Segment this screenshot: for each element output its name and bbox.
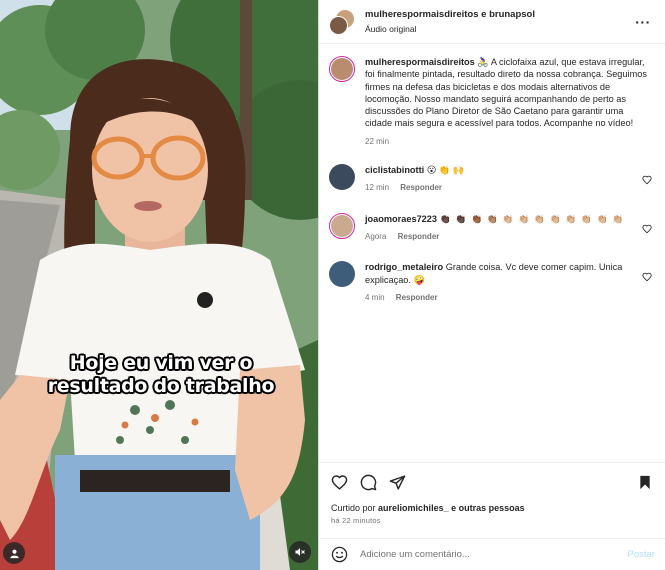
post-caption: mulherespormaisdireitos 🚴‍♀️ A ciclofaix… [329, 56, 653, 148]
post-authors[interactable]: mulherespormaisdireitos e brunapsol [365, 8, 633, 22]
avatar[interactable] [329, 261, 355, 288]
smiley-icon [331, 546, 348, 563]
mute-button[interactable] [289, 541, 311, 563]
comment-time: Agora [365, 231, 387, 241]
comment-item: joaomoraes7223 👏🏿 👏🏿 👏🏾 👏🏽 👏🏼 👏🏼 👏🏼 👏🏼 👏… [329, 212, 653, 244]
comment-button[interactable] [360, 474, 377, 491]
user-icon [9, 549, 19, 558]
avatar[interactable] [329, 164, 355, 191]
video-caption-line-2: resultado do trabalho [47, 375, 275, 397]
comments-list[interactable]: mulherespormaisdireitos 🚴‍♀️ A ciclofaix… [319, 45, 665, 462]
author-avatars[interactable] [329, 8, 355, 35]
post-dialog: Hoje eu vim ver o resultado do trabalho [0, 0, 665, 570]
caption-text: 🚴‍♀️ A ciclofaixa azul, que estava irreg… [365, 57, 647, 129]
emoji-button[interactable] [331, 546, 348, 563]
post-actions: Curtido por aurelіomichiles_ e outras pe… [319, 462, 665, 525]
reply-button[interactable]: Responder [398, 232, 440, 241]
header-text: mulherespormaisdireitos e brunapsol Áudi… [365, 8, 633, 36]
comment-time: 12 min [365, 183, 390, 193]
comment-username[interactable]: ciclistabinotti [365, 165, 424, 175]
bookmark-icon [640, 475, 650, 489]
comment-username[interactable]: rodrigo_metaleiro [365, 262, 443, 272]
heart-icon[interactable] [641, 175, 653, 185]
avatar[interactable] [329, 212, 355, 239]
comment-bubble-icon [360, 474, 377, 490]
post-header: mulherespormaisdireitos e brunapsol Áudi… [319, 0, 665, 44]
liked-by-suffix[interactable]: e outras pessoas [451, 503, 525, 513]
video-frame [0, 0, 318, 570]
liked-by-user[interactable]: aurelіomichiles_ [378, 503, 449, 513]
comment-item: rodrigo_metaleiro Grande coisa. Vc deve … [329, 261, 653, 304]
comment-item: ciclistabinotti 😮 👏 🙌 12 min Responder [329, 164, 653, 195]
speaker-muted-icon [295, 548, 305, 556]
comment-text: 😮 👏 🙌 [426, 165, 465, 176]
liked-by-prefix: Curtido por [331, 503, 376, 513]
tagged-users-button[interactable] [3, 542, 25, 564]
heart-icon[interactable] [641, 272, 653, 282]
video-caption-line-1: Hoje eu vim ver o [69, 352, 253, 374]
comment-time: 4 min [365, 292, 385, 302]
heart-icon [331, 474, 348, 490]
like-button[interactable] [331, 474, 348, 491]
comment-input[interactable] [360, 549, 628, 560]
caption-username[interactable]: mulherespormaisdireitos [365, 57, 475, 67]
comment-username[interactable]: joaomoraes7223 [365, 214, 437, 224]
video-caption-overlay: Hoje eu vim ver o resultado do trabalho [36, 352, 286, 398]
heart-icon[interactable] [641, 224, 653, 234]
reply-button[interactable]: Responder [400, 183, 442, 192]
share-button[interactable] [389, 474, 406, 491]
send-icon [389, 474, 406, 490]
post-comment-button[interactable]: Postar [628, 549, 655, 560]
post-time: há 22 minutos [331, 516, 381, 525]
video-player[interactable]: Hoje eu vim ver o resultado do trabalho [0, 0, 318, 570]
reply-button[interactable]: Responder [396, 293, 438, 302]
post-details-panel: mulherespormaisdireitos e brunapsol Áudi… [318, 0, 665, 570]
audio-link[interactable]: Áudio original [365, 22, 633, 36]
liked-by: Curtido por aurelіomichiles_ e outras pe… [331, 503, 653, 513]
avatar[interactable] [329, 56, 355, 82]
save-button[interactable] [637, 474, 653, 491]
more-horizontal-icon[interactable]: ··· [633, 14, 653, 30]
comment-text: 👏🏿 👏🏿 👏🏾 👏🏽 👏🏼 👏🏼 👏🏼 👏🏼 👏🏼 👏🏼 👏🏼 👏🏼 [439, 213, 625, 224]
caption-time: 22 min [365, 136, 390, 146]
add-comment-bar: Postar [319, 538, 665, 570]
avatar [329, 15, 348, 35]
